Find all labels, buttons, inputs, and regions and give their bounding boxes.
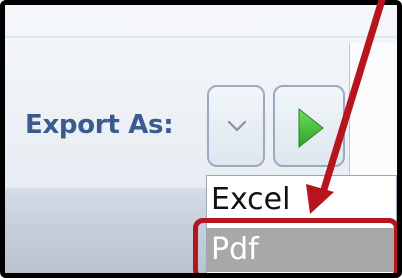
chevron-down-icon — [227, 120, 247, 132]
side-panel — [349, 43, 397, 178]
export-format-menu: Excel Pdf — [206, 175, 397, 273]
menu-item-excel[interactable]: Excel — [207, 178, 396, 222]
screenshot-frame: Export As: Excel Pdf — [0, 0, 402, 278]
toolbar-divider — [5, 36, 397, 38]
play-arrow-icon — [298, 107, 324, 149]
export-as-label: Export As: — [25, 110, 174, 140]
export-go-button[interactable] — [273, 85, 345, 167]
menu-item-pdf[interactable]: Pdf — [207, 228, 396, 272]
export-format-dropdown-button[interactable] — [207, 85, 265, 167]
